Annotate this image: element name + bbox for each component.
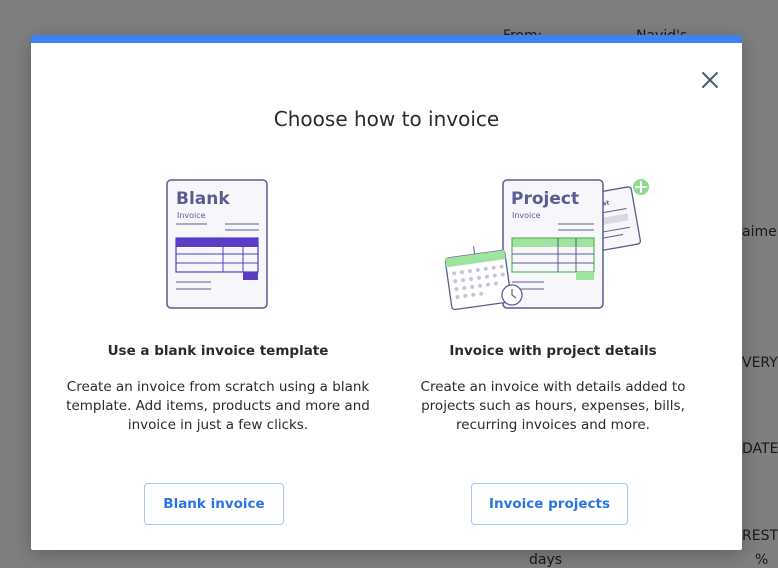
modal-title: Choose how to invoice — [273, 107, 500, 131]
project-option-description: Create an invoice with details added to … — [420, 379, 686, 433]
invoice-projects-button[interactable]: Invoice projects — [471, 483, 628, 525]
close-icon — [702, 72, 718, 88]
invoice-type-modal: Choose how to invoice Blank Invoice Use … — [31, 35, 742, 550]
close-button[interactable] — [698, 68, 722, 92]
blank-invoice-button[interactable]: Blank invoice — [144, 483, 284, 525]
blank-doc-title: Blank — [176, 189, 230, 209]
project-invoice-illustration: Cost Project Invoice — [438, 178, 668, 318]
blank-option-heading: Use a blank invoice template — [107, 343, 329, 359]
blank-invoice-illustration: Blank Invoice — [163, 178, 273, 318]
project-document-icon: Cost Project Invoice — [444, 179, 649, 311]
project-doc-subtitle: Invoice — [512, 211, 541, 220]
blank-doc-subtitle: Invoice — [177, 211, 206, 220]
project-doc-title: Project — [511, 189, 579, 209]
project-option-heading: Invoice with project details — [449, 343, 657, 359]
blank-option-description: Create an invoice from scratch using a b… — [66, 379, 370, 433]
blank-document-icon: Blank Invoice — [166, 179, 268, 309]
project-invoice-option: Cost Project Invoice — [383, 178, 723, 435]
blank-invoice-option: Blank Invoice Use a blank invoice templa… — [48, 178, 388, 435]
